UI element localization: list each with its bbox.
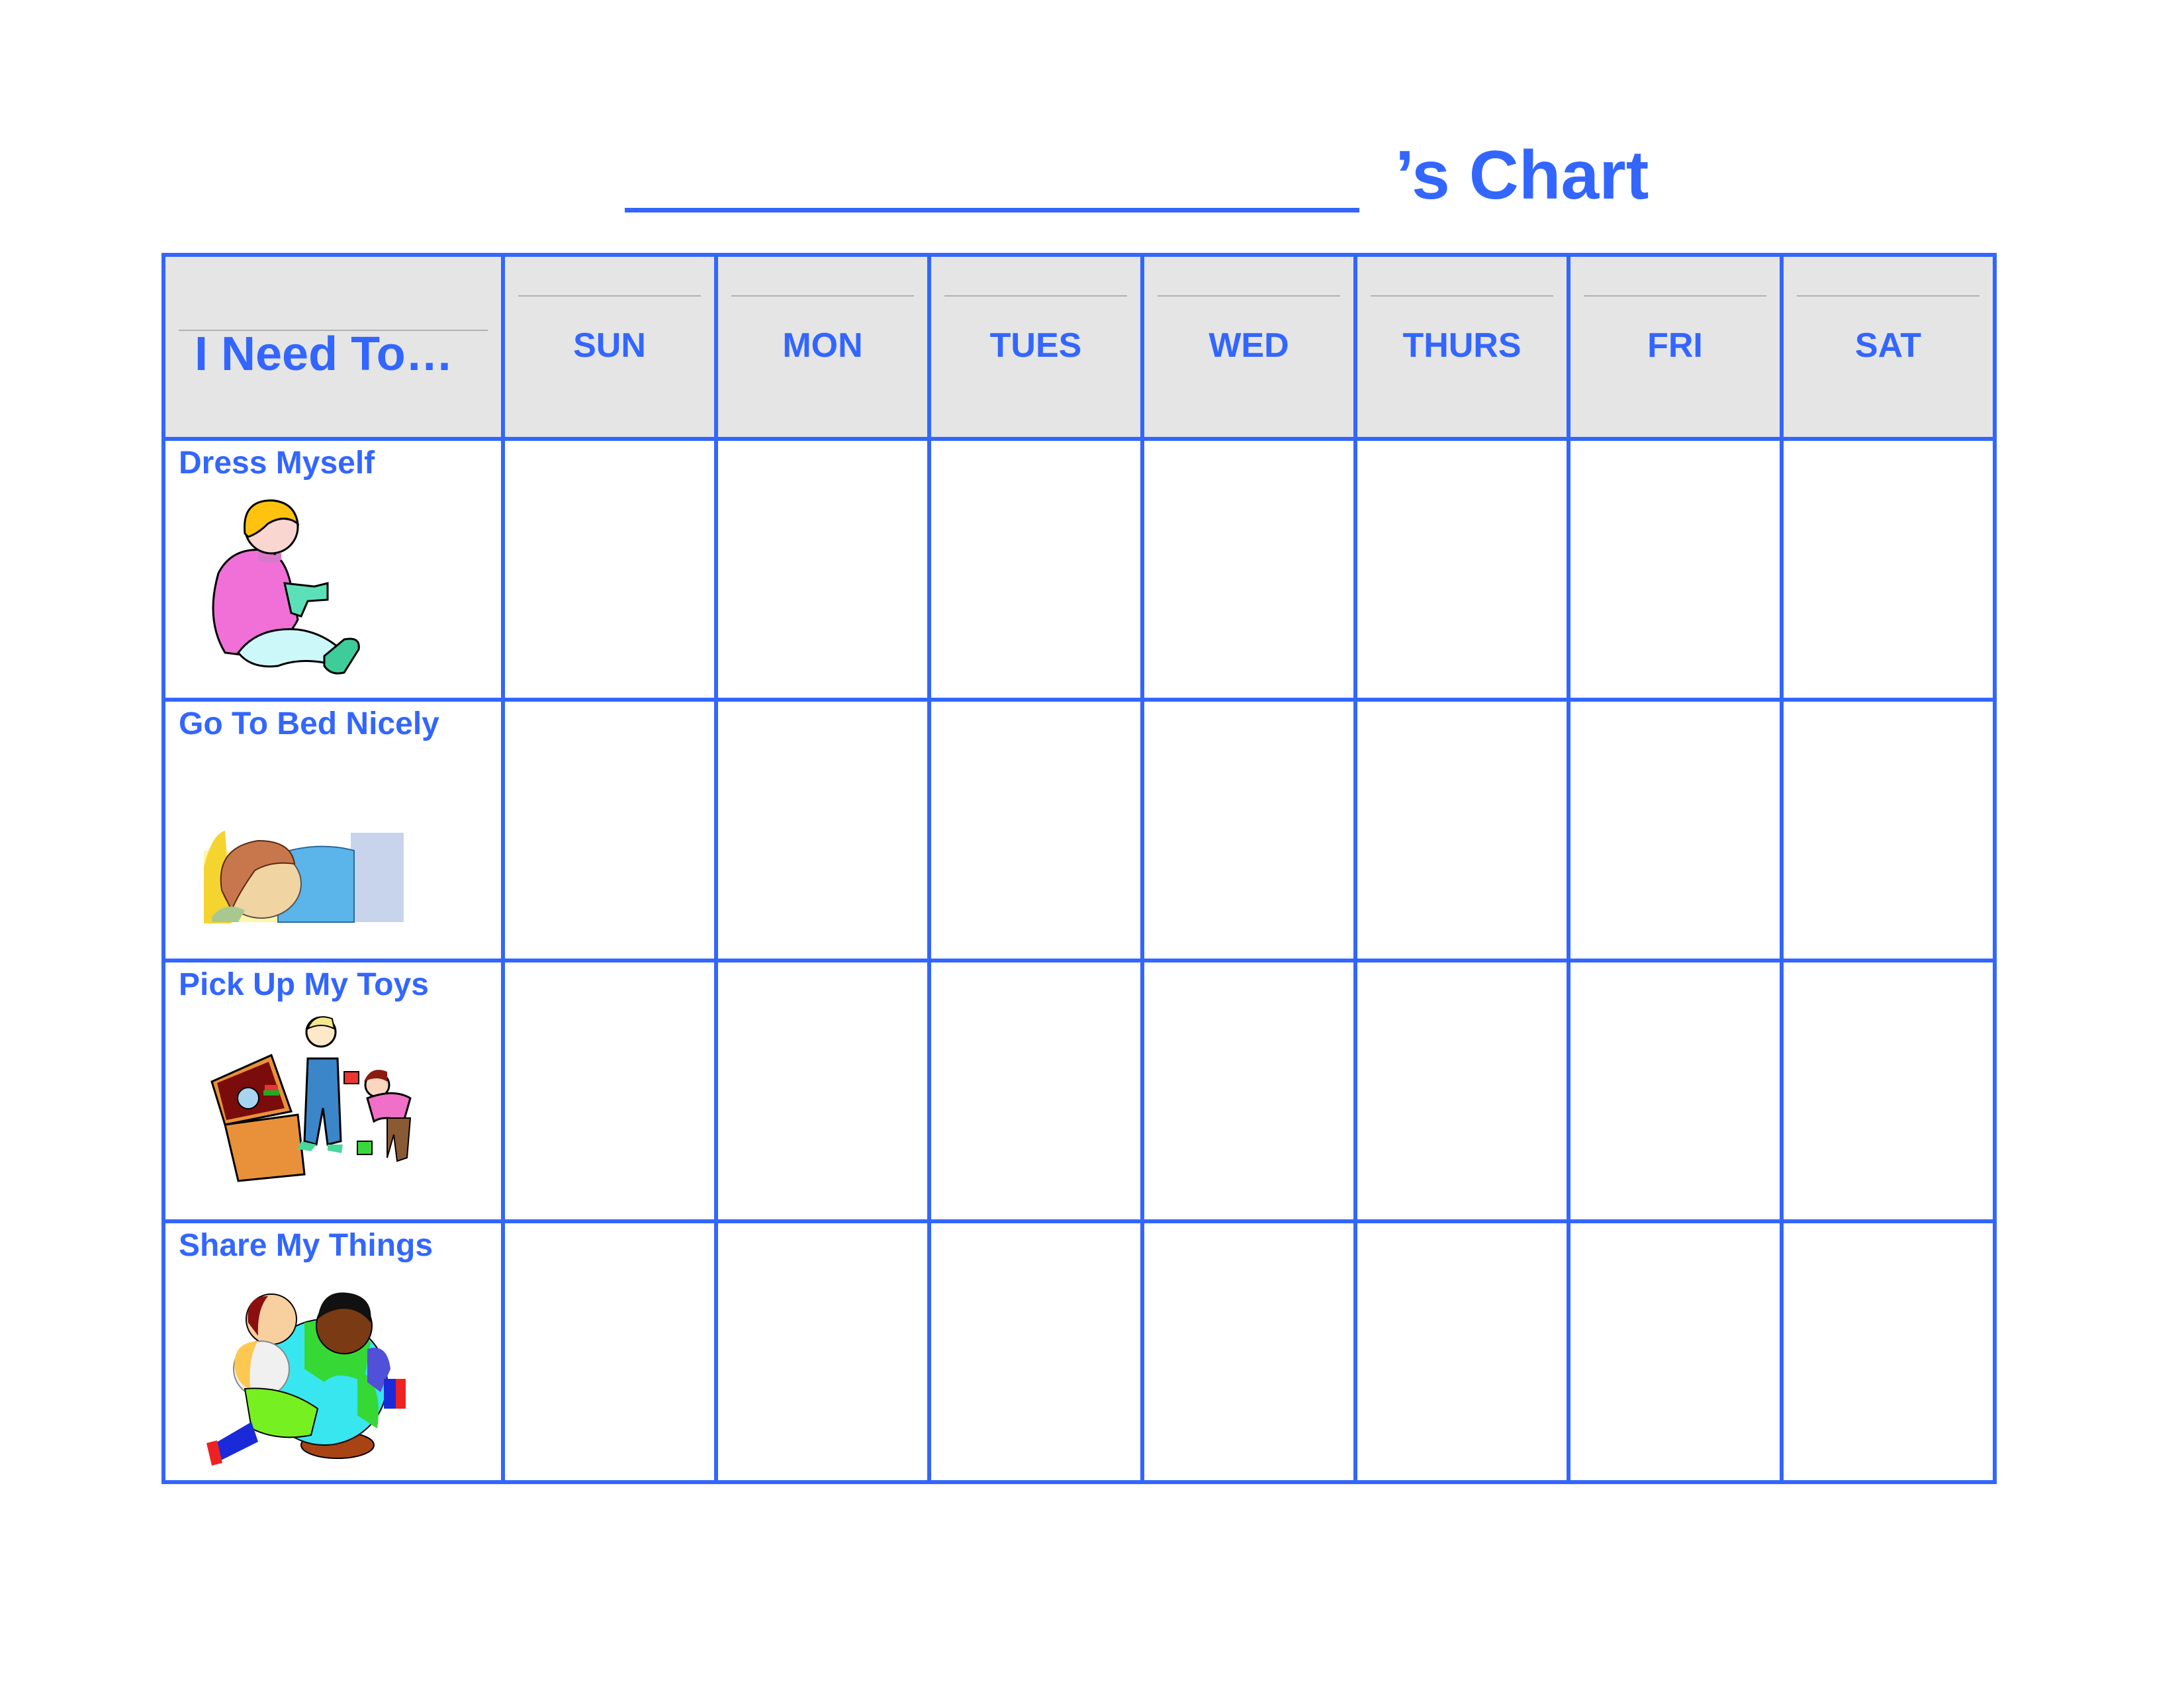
checkbox-mon[interactable]: [714, 1219, 931, 1484]
checkbox-tues[interactable]: [927, 959, 1144, 1223]
chart-title: ’s Chart: [1395, 137, 1649, 214]
checkbox-fri[interactable]: [1567, 959, 1784, 1223]
task-cell: Share My Things: [161, 1219, 505, 1484]
behavior-chart-table: I Need To… SUN MON TUES WED THURS FRI SA…: [161, 253, 1997, 1484]
task-label: Share My Things: [179, 1228, 433, 1263]
checkbox-wed[interactable]: [1140, 698, 1357, 962]
name-blank-line[interactable]: [625, 208, 1359, 212]
checkbox-thurs[interactable]: [1353, 698, 1570, 962]
header-rule: [1371, 295, 1553, 297]
checkbox-mon[interactable]: [714, 959, 931, 1223]
checkbox-fri[interactable]: [1567, 437, 1784, 702]
task-cell: Go To Bed Nicely: [161, 698, 505, 962]
checkbox-fri[interactable]: [1567, 698, 1784, 962]
checkbox-wed[interactable]: [1140, 1219, 1357, 1484]
task-label: Dress Myself: [179, 445, 375, 481]
checkbox-sat[interactable]: [1780, 437, 1997, 702]
task-row-go-to-bed: Go To Bed Nicely: [161, 698, 1997, 962]
day-header-wed: WED: [1140, 253, 1357, 441]
task-column-header: I Need To…: [161, 253, 505, 441]
header-rule: [1158, 295, 1340, 297]
day-header-sun: SUN: [501, 253, 718, 441]
day-header-sat: SAT: [1780, 253, 1997, 441]
day-label: MON: [782, 326, 863, 365]
header-row: I Need To… SUN MON TUES WED THURS FRI SA…: [161, 253, 1997, 441]
task-label: Pick Up My Toys: [179, 967, 429, 1002]
header-rule: [1584, 295, 1766, 297]
day-label: SUN: [573, 326, 646, 365]
task-row-dress-myself: Dress Myself: [161, 437, 1997, 702]
checkbox-tues[interactable]: [927, 698, 1144, 962]
header-rule: [1797, 295, 1979, 297]
child-dressing-icon: [212, 499, 360, 675]
checkbox-fri[interactable]: [1567, 1219, 1784, 1484]
child-sleeping-icon: [204, 831, 404, 923]
checkbox-sun[interactable]: [501, 437, 718, 702]
day-label: SAT: [1854, 326, 1922, 365]
day-header-tues: TUES: [927, 253, 1144, 441]
checkbox-sun[interactable]: [501, 1219, 718, 1484]
checkbox-thurs[interactable]: [1353, 437, 1570, 702]
checkbox-mon[interactable]: [714, 437, 931, 702]
day-header-fri: FRI: [1567, 253, 1784, 441]
task-cell: Dress Myself: [161, 437, 505, 702]
checkbox-sat[interactable]: [1780, 1219, 1997, 1484]
task-header-label: I Need To…: [195, 328, 453, 381]
day-label: THURS: [1402, 326, 1522, 365]
checkbox-tues[interactable]: [927, 1219, 1144, 1484]
task-label: Go To Bed Nicely: [179, 706, 439, 741]
checkbox-wed[interactable]: [1140, 437, 1357, 702]
checkbox-thurs[interactable]: [1353, 1219, 1570, 1484]
children-hugging-globe-icon: [206, 1292, 406, 1466]
day-header-thurs: THURS: [1353, 253, 1570, 441]
checkbox-thurs[interactable]: [1353, 959, 1570, 1223]
checkbox-sat[interactable]: [1780, 698, 1997, 962]
header-rule: [944, 295, 1127, 297]
day-label: TUES: [989, 326, 1082, 365]
header-rule: [731, 295, 914, 297]
checkbox-mon[interactable]: [714, 698, 931, 962]
checkbox-wed[interactable]: [1140, 959, 1357, 1223]
checkbox-tues[interactable]: [927, 437, 1144, 702]
task-cell: Pick Up My Toys: [161, 959, 505, 1223]
day-label: WED: [1208, 326, 1289, 365]
task-row-share-things: Share My Things: [161, 1219, 1997, 1484]
task-row-pick-up-toys: Pick Up My Toys: [161, 959, 1997, 1223]
day-header-mon: MON: [714, 253, 931, 441]
children-toybox-icon: [210, 1016, 412, 1182]
day-label: FRI: [1647, 326, 1703, 365]
checkbox-sun[interactable]: [501, 959, 718, 1223]
checkbox-sat[interactable]: [1780, 959, 1997, 1223]
checkbox-sun[interactable]: [501, 698, 718, 962]
header-rule: [518, 295, 701, 297]
